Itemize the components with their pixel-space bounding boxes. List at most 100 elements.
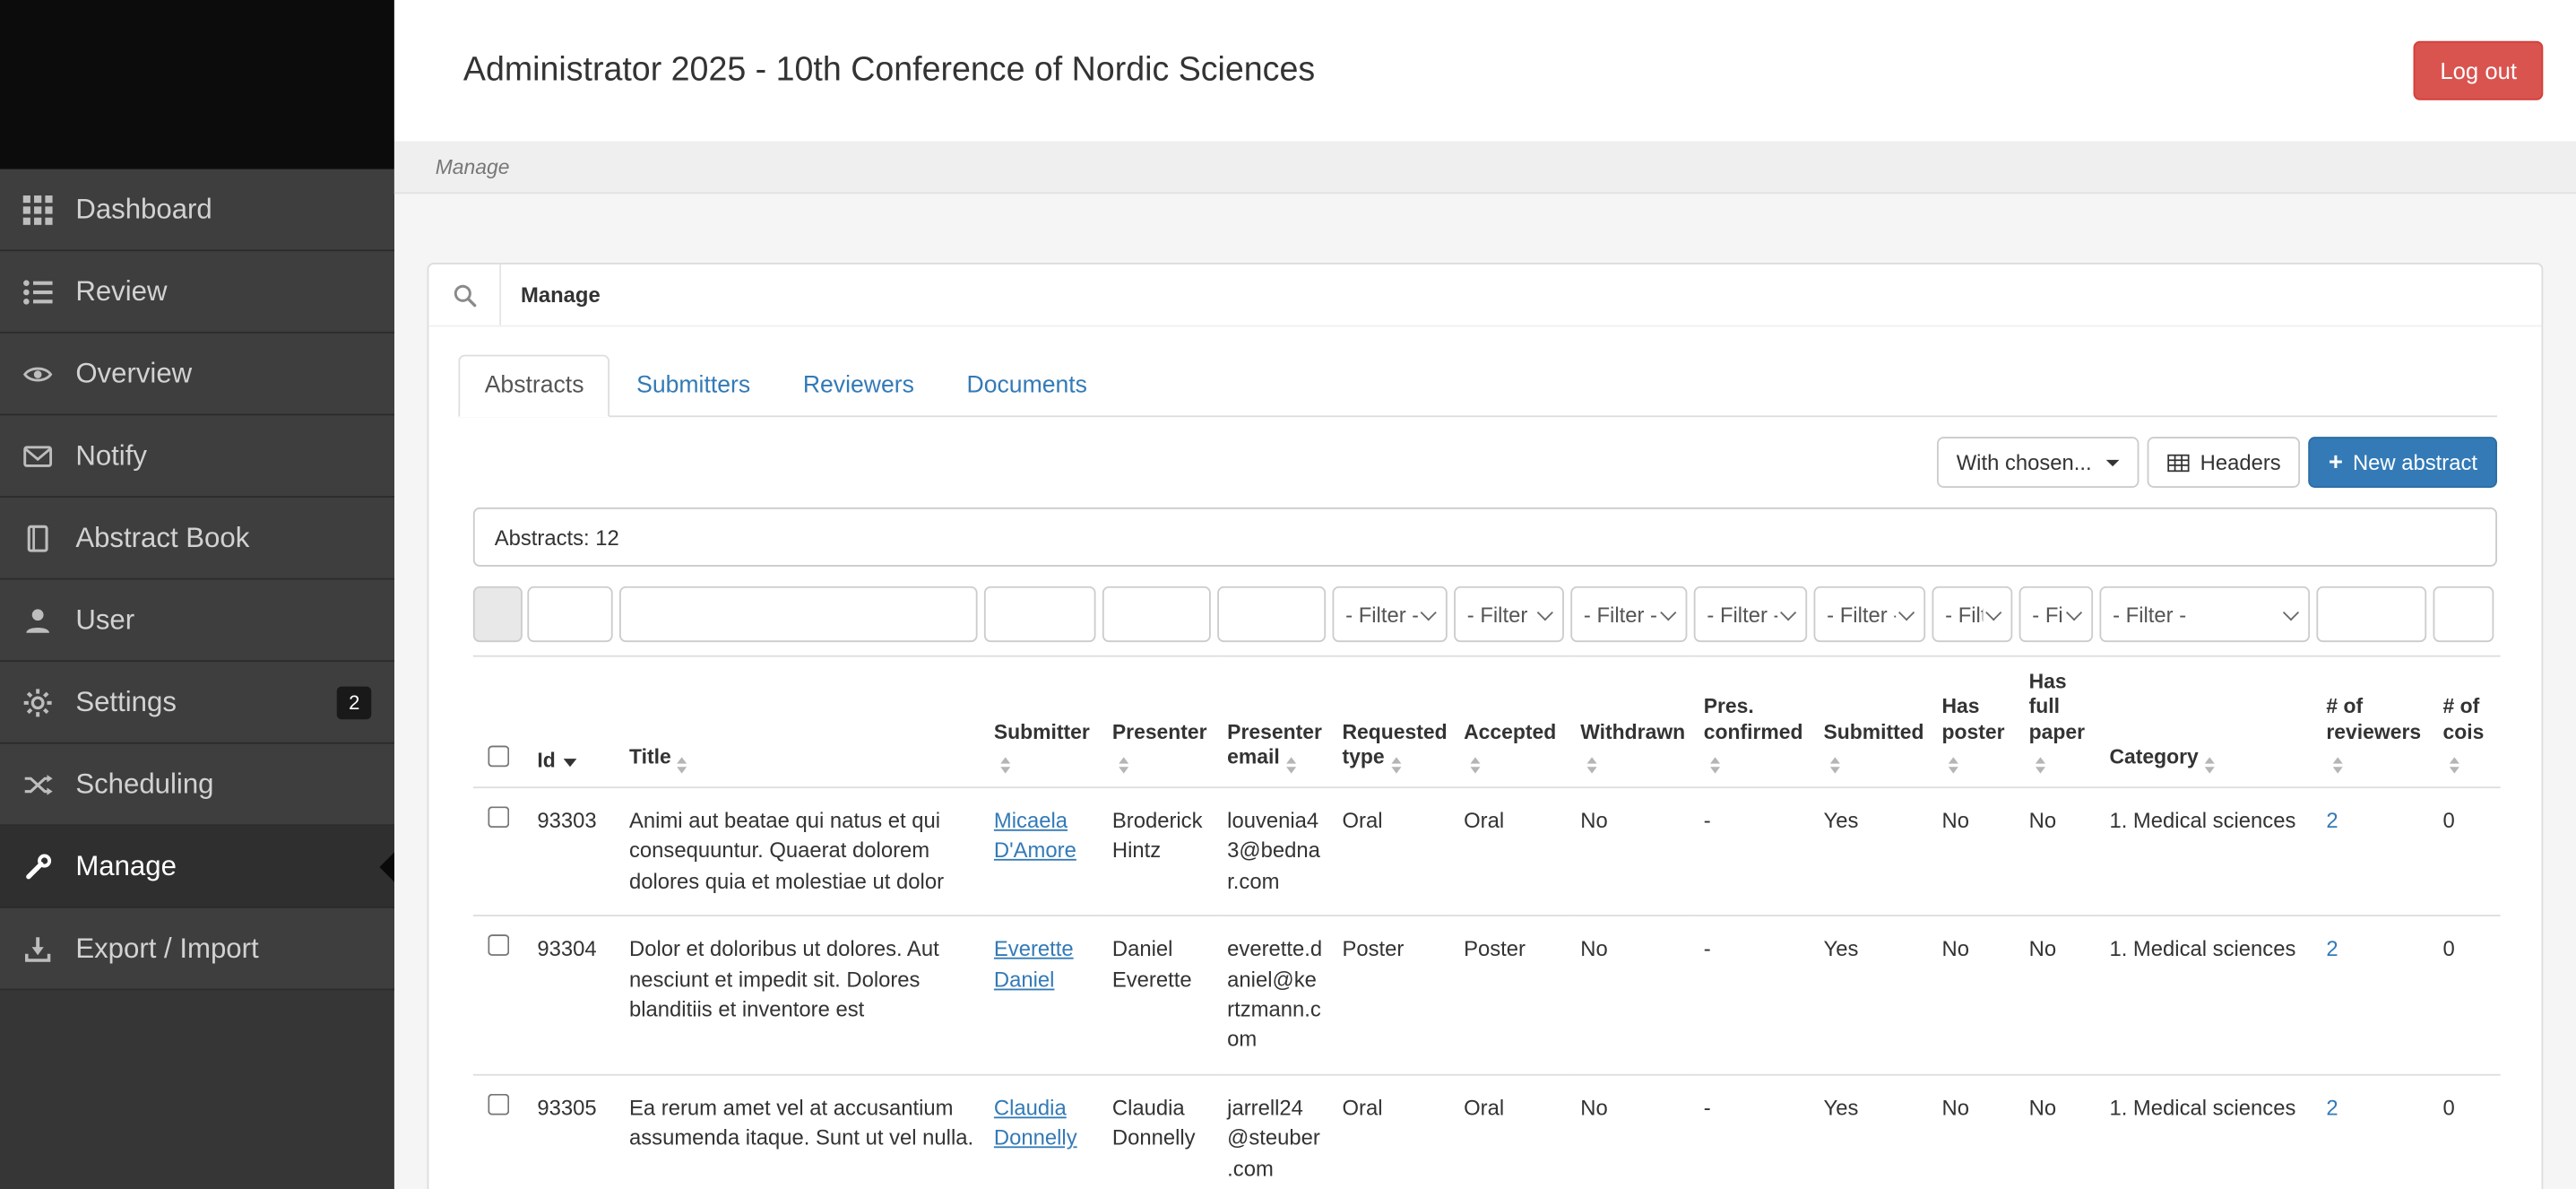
sidebar-item-manage[interactable]: Manage — [0, 826, 394, 908]
sort-icon — [1586, 756, 1597, 774]
column-header-title[interactable]: Title — [619, 655, 984, 788]
row-checkbox[interactable] — [488, 934, 510, 957]
select-all-checkbox[interactable] — [488, 744, 510, 767]
submitter-link[interactable]: Claudia Donnelly — [994, 1095, 1077, 1150]
table-row: 93305 Ea rerum amet vel at accusantium a… — [472, 1074, 2501, 1189]
search-icon[interactable] — [428, 264, 502, 325]
chevron-down-icon — [2282, 603, 2300, 621]
new-abstract-button[interactable]: New abstract — [2308, 437, 2498, 488]
tab-reviewers[interactable]: Reviewers — [777, 355, 941, 418]
chevron-down-icon — [1660, 603, 1677, 621]
column-header-requested-type[interactable]: Requested type — [1332, 655, 1455, 788]
caret-down-icon — [2106, 458, 2120, 466]
column-header-submitted[interactable]: Submitted — [1813, 655, 1932, 788]
sidebar-item-label: Overview — [75, 357, 193, 389]
column-header-presenter-email[interactable]: Presenter email — [1217, 655, 1333, 788]
column-header-category[interactable]: Category — [2099, 655, 2317, 788]
category-cell: 1. Medical sciences — [2099, 786, 2317, 917]
column-header-has-poster[interactable]: Has poster — [1932, 655, 2019, 788]
submitted-filter-select[interactable]: - Filter - — [1813, 586, 1926, 643]
requested-type-cell: Poster — [1332, 916, 1455, 1076]
row-checkbox[interactable] — [488, 1093, 510, 1115]
sidebar-item-dashboard[interactable]: Dashboard — [0, 169, 394, 252]
cois-cell: 0 — [2433, 786, 2501, 917]
presenter-cell: Daniel Everette — [1102, 916, 1218, 1076]
withdrawn-filter-select[interactable]: - Filter - — [1570, 586, 1688, 643]
tab-documents[interactable]: Documents — [940, 355, 1113, 418]
list-icon — [23, 277, 53, 307]
accepted-filter-select[interactable]: - Filter - — [1454, 586, 1564, 643]
top-header: Administrator 2025 - 10th Conference of … — [393, 0, 2576, 142]
sidebar-item-review[interactable]: Review — [0, 251, 394, 334]
withdrawn-cell: No — [1570, 916, 1694, 1076]
chevron-down-icon — [2065, 603, 2083, 621]
chevron-down-icon — [1420, 603, 1437, 621]
sort-icon — [1286, 756, 1297, 774]
id-cell: 93303 — [527, 786, 620, 917]
sidebar-logo-area — [0, 0, 394, 169]
column-header-cois[interactable]: # of cois — [2433, 655, 2501, 788]
sidebar-item-label: Scheduling — [75, 768, 214, 800]
eye-icon — [22, 359, 53, 388]
category-filter-select[interactable]: - Filter - — [2099, 586, 2311, 643]
new-abstract-label: New abstract — [2352, 449, 2478, 475]
page-title: Administrator 2025 - 10th Conference of … — [462, 50, 1316, 89]
submitter-link[interactable]: Everette Daniel — [994, 936, 1074, 991]
reviewers-filter-input[interactable] — [2316, 586, 2427, 643]
sidebar-item-abstract-book[interactable]: Abstract Book — [0, 497, 394, 580]
id-filter-input[interactable] — [527, 586, 613, 643]
sidebar-item-label: Manage — [75, 849, 177, 881]
sidebar-item-scheduling[interactable]: Scheduling — [0, 743, 394, 827]
column-header-withdrawn[interactable]: Withdrawn — [1570, 655, 1694, 788]
reviewers-count-link[interactable]: 2 — [2326, 808, 2338, 832]
withdrawn-cell: No — [1570, 786, 1694, 917]
column-header-has-full-paper[interactable]: Has full paper — [2018, 655, 2100, 788]
presenter-email-cell: jarrell24@steuber.com — [1217, 1074, 1333, 1189]
presenter-filter-input[interactable] — [1102, 586, 1211, 643]
headers-button[interactable]: Headers — [2148, 437, 2301, 488]
tab-bar: Abstracts Submitters Reviewers Documents — [458, 354, 2498, 418]
with-chosen-dropdown[interactable]: With chosen... — [1936, 437, 2139, 488]
pres-confirmed-filter-select[interactable]: - Filter - — [1693, 586, 1808, 643]
tab-abstracts[interactable]: Abstracts — [458, 354, 610, 418]
row-checkbox[interactable] — [488, 805, 510, 828]
sort-icon — [2332, 756, 2343, 774]
column-header-pres-confirmed[interactable]: Pres. confirmed — [1693, 655, 1814, 788]
logout-button[interactable]: Log out — [2414, 40, 2544, 100]
sidebar-item-notify[interactable]: Notify — [0, 415, 394, 498]
has-poster-filter-select[interactable]: - Filter - — [1932, 586, 2013, 643]
presenter-email-cell: everette.daniel@kertzmann.com — [1217, 916, 1333, 1076]
content-area: Manage Abstracts Submitters Reviewers Do… — [394, 194, 2576, 1189]
sidebar-item-label: Export / Import — [75, 932, 259, 964]
shuffle-icon — [23, 769, 53, 799]
has-full-paper-filter-select[interactable]: - Filter - — [2018, 586, 2094, 643]
column-header-accepted[interactable]: Accepted — [1454, 655, 1571, 788]
main-content: Administrator 2025 - 10th Conference of … — [393, 0, 2576, 1189]
sidebar-item-export-import[interactable]: Export / Import — [0, 907, 394, 991]
sidebar-item-label: Settings — [75, 685, 177, 717]
presenter-email-filter-input[interactable] — [1217, 586, 1327, 643]
column-header-id[interactable]: Id — [527, 655, 620, 788]
table-row: 93304 Dolor et doloribus ut dolores. Aut… — [472, 916, 2501, 1076]
cois-filter-input[interactable] — [2433, 586, 2494, 643]
submitter-link[interactable]: Micaela D'Amore — [994, 808, 1076, 863]
sort-icon — [1390, 756, 1401, 774]
has-poster-cell: No — [1932, 1074, 2019, 1189]
sidebar-item-overview[interactable]: Overview — [0, 333, 394, 416]
cois-cell: 0 — [2433, 916, 2501, 1076]
sidebar-item-label: Review — [75, 274, 168, 307]
sidebar-item-settings[interactable]: Settings 2 — [0, 662, 394, 744]
column-header-reviewers[interactable]: # of reviewers — [2316, 655, 2433, 788]
reviewers-count-link[interactable]: 2 — [2326, 1095, 2338, 1119]
submitter-filter-input[interactable] — [983, 586, 1096, 643]
column-header-submitter[interactable]: Submitter — [983, 655, 1102, 788]
sidebar-item-user[interactable]: User — [0, 579, 394, 663]
reviewers-count-link[interactable]: 2 — [2326, 936, 2338, 960]
title-filter-input[interactable] — [619, 586, 978, 643]
requested-type-filter-select[interactable]: - Filter - — [1332, 586, 1448, 643]
chevron-down-icon — [1536, 603, 1553, 621]
requested-type-cell: Oral — [1332, 786, 1455, 917]
column-header-presenter[interactable]: Presenter — [1102, 655, 1218, 788]
tab-submitters[interactable]: Submitters — [610, 355, 777, 418]
toolbar: With chosen... Headers New abstract — [473, 437, 2498, 488]
